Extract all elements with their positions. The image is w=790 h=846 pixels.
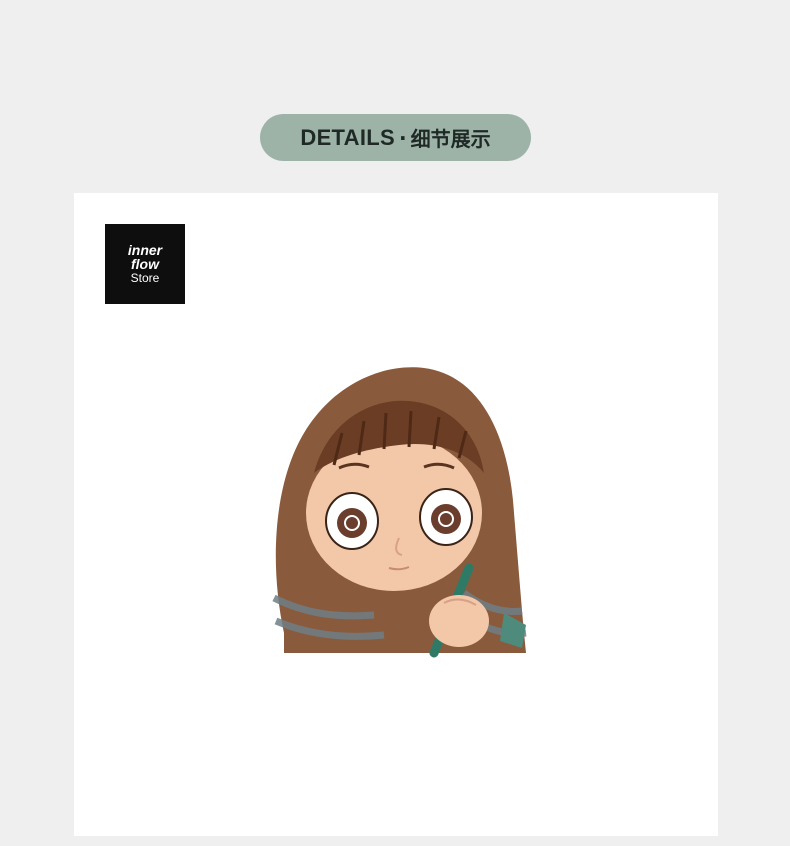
logo-line-store: Store [130,271,160,285]
logo-line-inner: inner [127,242,163,258]
store-logo: inner flow Store [105,224,185,304]
product-image-card: inner flow Store [74,193,718,836]
title-separator: · [398,125,407,150]
logo-line-flow: flow [131,256,159,272]
figurine-illustration [272,367,527,658]
details-title-en: DETAILS [300,124,395,150]
details-header: DETAILS · 细节展示 [260,114,531,161]
details-title-zh: 细节展示 [410,127,491,151]
